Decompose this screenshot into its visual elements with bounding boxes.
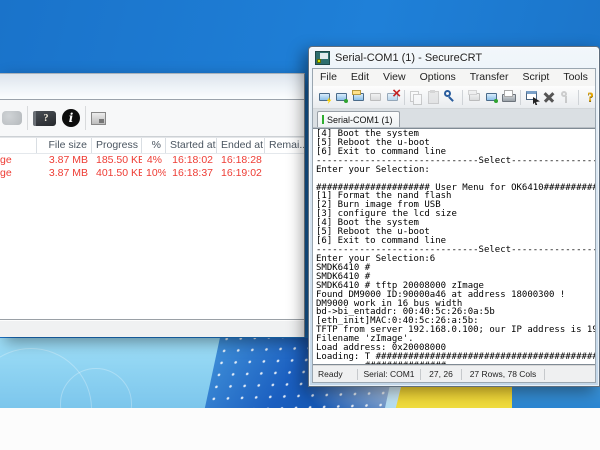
column-header-remaining[interactable]: Remai... bbox=[265, 138, 304, 153]
status-cursor-position: 27, 26 bbox=[421, 369, 461, 379]
copy-icon[interactable] bbox=[408, 89, 425, 105]
transfer-window-toolbar: ? i bbox=[0, 100, 304, 137]
cell-ended-at: 16:19:02 bbox=[217, 167, 265, 180]
window-title: Serial-COM1 (1) - SecureCRT bbox=[335, 52, 482, 64]
screen-bottom-strip bbox=[0, 408, 600, 450]
menu-view[interactable]: View bbox=[376, 69, 413, 86]
cell-file-size: 3.87 MB bbox=[37, 167, 92, 180]
cell-started-at: 16:18:37 bbox=[166, 167, 217, 180]
cell-file-size: 3.87 MB bbox=[37, 154, 92, 167]
terminal-line: Enter your Selection: bbox=[316, 166, 595, 175]
terminal-screen[interactable]: [4] Boot the system [5] Reboot the u-boo… bbox=[313, 128, 595, 365]
help-icon[interactable]: ? bbox=[582, 89, 599, 105]
table-row[interactable]: ge 3.87 MB 185.50 KB 4% 16:18:02 16:18:2… bbox=[0, 154, 304, 167]
quick-connect-icon[interactable] bbox=[316, 89, 333, 105]
toolbar-separator bbox=[578, 90, 579, 105]
find-icon[interactable] bbox=[442, 89, 459, 105]
cell-percent: 4% bbox=[142, 154, 166, 167]
keymap-icon[interactable] bbox=[558, 89, 575, 105]
tab-serial-com1[interactable]: Serial-COM1 (1) bbox=[317, 111, 400, 127]
column-header-name[interactable] bbox=[0, 138, 37, 153]
global-options-icon[interactable] bbox=[541, 89, 558, 105]
menu-file[interactable]: File bbox=[313, 69, 344, 86]
connect-in-tab-icon[interactable] bbox=[350, 89, 367, 105]
cell-name: ge bbox=[0, 167, 37, 180]
menu-transfer[interactable]: Transfer bbox=[463, 69, 516, 86]
desktop: ? i File size Progress % Started at Ende… bbox=[0, 0, 600, 450]
cell-progress: 185.50 KB bbox=[92, 154, 142, 167]
cell-percent: 10% bbox=[142, 167, 166, 180]
print-setup-icon[interactable] bbox=[466, 89, 483, 105]
disconnect-icon[interactable] bbox=[384, 89, 401, 105]
securecrt-window: Serial-COM1 (1) - SecureCRT File Edit Vi… bbox=[308, 46, 600, 387]
menu-tools[interactable]: Tools bbox=[556, 69, 595, 86]
securecrt-toolbar: ? bbox=[313, 86, 595, 109]
menu-edit[interactable]: Edit bbox=[344, 69, 376, 86]
table-row[interactable]: ge 3.87 MB 401.50 KB 10% 16:18:37 16:19:… bbox=[0, 167, 304, 180]
help-book-icon[interactable]: ? bbox=[33, 111, 56, 126]
securecrt-app-icon bbox=[315, 51, 330, 65]
cell-name: ge bbox=[0, 154, 37, 167]
connected-indicator-icon bbox=[322, 115, 324, 124]
cell-started-at: 16:18:02 bbox=[166, 154, 217, 167]
toolbar-separator bbox=[404, 90, 405, 105]
print-icon[interactable] bbox=[500, 89, 517, 105]
file-transfer-window: ? i File size Progress % Started at Ende… bbox=[0, 73, 305, 337]
info-icon[interactable]: i bbox=[62, 109, 80, 127]
session-tabbar: Serial-COM1 (1) bbox=[313, 109, 595, 128]
cell-ended-at: 16:18:28 bbox=[217, 154, 265, 167]
menubar: File Edit View Options Transfer Script T… bbox=[313, 69, 595, 86]
toolbar-separator bbox=[27, 106, 28, 130]
cell-progress: 401.50 KB bbox=[92, 167, 142, 180]
securecrt-client-area: File Edit View Options Transfer Script T… bbox=[312, 68, 596, 383]
menu-help[interactable]: Help bbox=[595, 69, 600, 86]
status-separator bbox=[544, 369, 545, 380]
status-connection: Serial: COM1 bbox=[358, 369, 420, 379]
toolbar-separator bbox=[85, 106, 86, 130]
paste-icon[interactable] bbox=[425, 89, 442, 105]
toolbar-separator bbox=[462, 90, 463, 105]
tab-label: Serial-COM1 (1) bbox=[327, 115, 393, 125]
securecrt-titlebar[interactable]: Serial-COM1 (1) - SecureCRT bbox=[309, 47, 599, 68]
column-header-started-at[interactable]: Started at bbox=[166, 138, 217, 153]
transfer-list-empty-area[interactable] bbox=[0, 180, 304, 319]
toolbar-separator bbox=[520, 90, 521, 105]
transfer-window-statusbar bbox=[0, 319, 304, 337]
column-header-percent[interactable]: % bbox=[142, 138, 166, 153]
column-header-progress[interactable]: Progress bbox=[92, 138, 142, 153]
reconnect-icon[interactable] bbox=[367, 89, 384, 105]
status-ready: Ready bbox=[313, 369, 357, 379]
session-window-icon[interactable] bbox=[483, 89, 500, 105]
transfer-table: File size Progress % Started at Ended at… bbox=[0, 137, 304, 180]
menu-script[interactable]: Script bbox=[516, 69, 557, 86]
status-terminal-size: 27 Rows, 78 Cols bbox=[462, 369, 544, 379]
transfer-window-title-strip bbox=[0, 74, 304, 100]
column-header-ended-at[interactable]: Ended at bbox=[217, 138, 265, 153]
panel-icon[interactable] bbox=[91, 112, 106, 125]
disabled-tool-icon[interactable] bbox=[2, 111, 22, 125]
menu-options[interactable]: Options bbox=[413, 69, 463, 86]
connect-icon[interactable] bbox=[333, 89, 350, 105]
transfer-table-header: File size Progress % Started at Ended at… bbox=[0, 138, 304, 154]
column-header-file-size[interactable]: File size bbox=[37, 138, 92, 153]
session-options-icon[interactable] bbox=[524, 89, 541, 105]
securecrt-statusbar: Ready Serial: COM1 27, 26 27 Rows, 78 Co… bbox=[313, 365, 595, 382]
